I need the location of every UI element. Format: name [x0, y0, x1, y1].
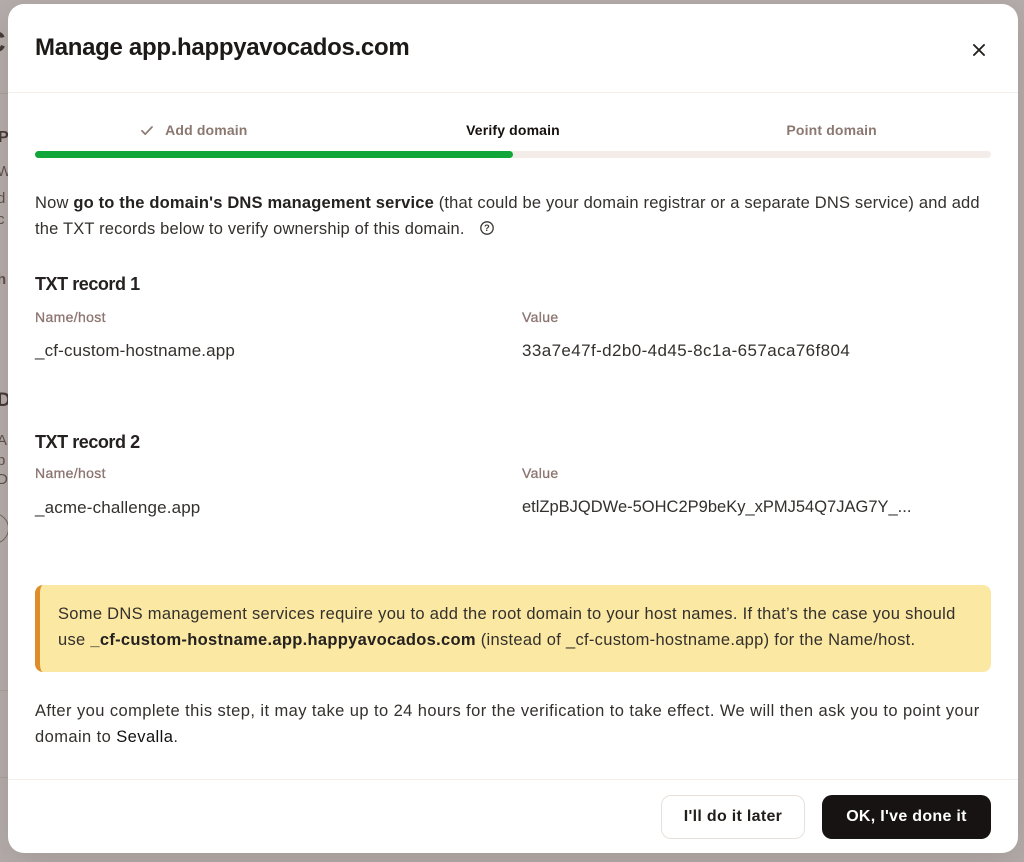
svg-text:?: ?: [484, 223, 490, 234]
